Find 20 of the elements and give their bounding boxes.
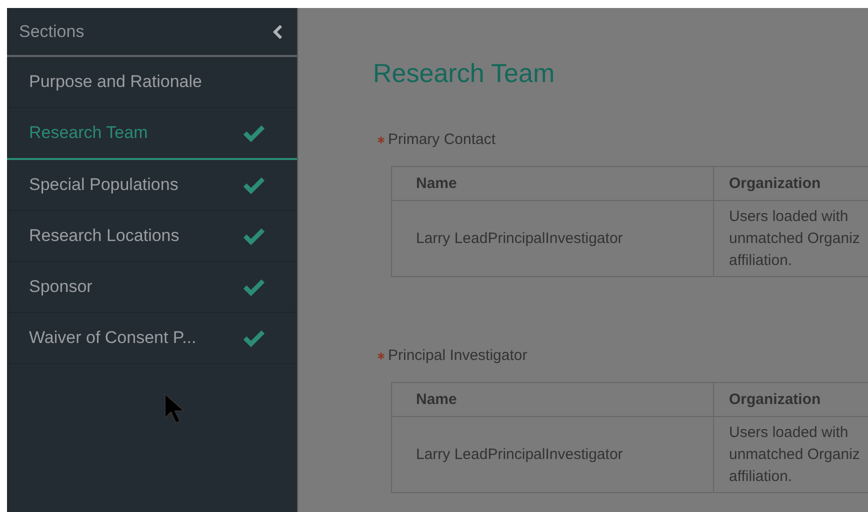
collapse-icon[interactable] (273, 24, 283, 38)
cursor-icon (163, 392, 187, 426)
sidebar-item[interactable]: Research Locations (7, 211, 297, 262)
section-label: Principal Investigator (388, 347, 528, 364)
table-cell-text: Users loaded with unmatched Organiz affiliation. (728, 207, 861, 271)
sidebar-item[interactable]: Waiver of Consent P... (7, 313, 297, 364)
sidebar-item[interactable]: Purpose and Rationale (7, 57, 297, 108)
table-cell: Larry LeadPrincipalInvestigator (392, 201, 714, 276)
section-label: Primary Contact (388, 131, 496, 148)
table-cell-text: Users loaded with unmatched Organiz affiliation. (728, 423, 861, 487)
sidebar-item[interactable]: Special Populations (7, 160, 297, 211)
column-header: Organization (728, 174, 822, 194)
column-header: Name (392, 383, 714, 416)
sidebar-title: Sections (19, 22, 84, 42)
sidebar-item[interactable]: Sponsor (7, 262, 297, 313)
table-cell: Larry LeadPrincipalInvestigator (392, 417, 714, 492)
column-header: Name (392, 167, 714, 200)
sidebar-item[interactable]: Research Team (7, 108, 297, 160)
column-header: Organization (728, 390, 822, 410)
page-title: Research Team (373, 58, 556, 89)
